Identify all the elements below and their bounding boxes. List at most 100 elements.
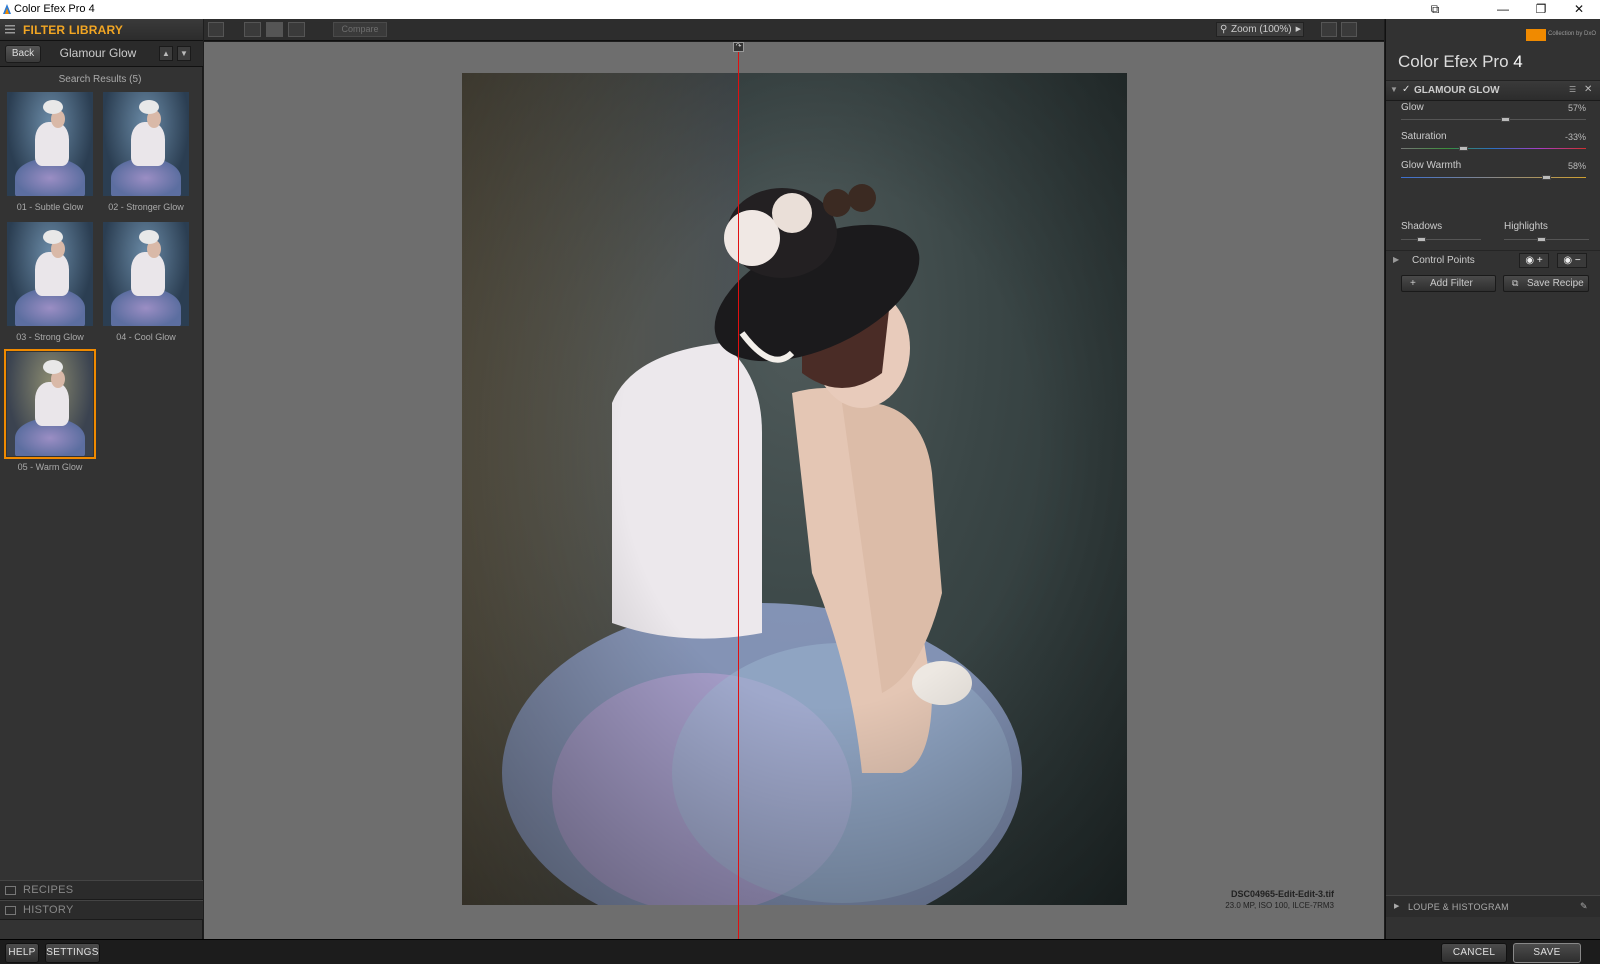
next-filter-button[interactable]: ▼	[177, 46, 191, 61]
highlights-slider-track[interactable]	[1504, 239, 1589, 240]
save-button[interactable]: SAVE	[1513, 943, 1581, 963]
history-icon	[5, 906, 16, 915]
app-title-text: Color Efex Pro	[1398, 52, 1509, 71]
toggle-controls-icon[interactable]	[1341, 22, 1357, 37]
preset-thumbnail[interactable]: 01 - Subtle Glow	[7, 92, 93, 212]
background-light-icon[interactable]	[1321, 22, 1337, 37]
split-line[interactable]	[738, 42, 739, 939]
file-meta: 23.0 MP, ISO 100, ILCE-7RM3	[1225, 901, 1334, 910]
category-title: Glamour Glow	[59, 46, 137, 60]
single-view-icon[interactable]	[244, 22, 261, 37]
panel-app-title: Color Efex Pro 4	[1398, 52, 1523, 72]
app-icon	[3, 4, 11, 14]
preset-label: 01 - Subtle Glow	[16, 202, 84, 212]
loupe-histogram-section[interactable]: ▶ LOUPE & HISTOGRAM ✎	[1386, 895, 1600, 917]
close-button[interactable]: ✕	[1559, 0, 1599, 19]
add-filter-button[interactable]: + Add Filter	[1401, 275, 1496, 292]
preset-image	[7, 352, 93, 456]
slider-value: -33%	[1564, 132, 1586, 142]
zoom-control[interactable]: ⚲ Zoom (100%) ▶	[1216, 22, 1304, 37]
highlights-label: Highlights	[1504, 221, 1548, 232]
recipes-label: RECIPES	[23, 884, 74, 896]
preview-canvas[interactable]: DSC04965-Edit-Edit-3.tif 23.0 MP, ISO 10…	[204, 42, 1384, 939]
filter-controls-panel: Collection by DxO Color Efex Pro 4 ▼ ✓ G…	[1385, 19, 1600, 939]
recipes-icon	[5, 886, 16, 895]
zoom-arrow-icon: ▶	[1295, 26, 1301, 33]
preset-label: 04 - Cool Glow	[116, 332, 176, 342]
slider-track[interactable]	[1401, 148, 1586, 149]
slider-value: 58%	[1567, 161, 1586, 171]
slider-knob[interactable]	[1501, 117, 1510, 122]
magnifier-icon: ⚲	[1220, 24, 1228, 35]
side-by-side-view-icon[interactable]	[288, 22, 305, 37]
filter-library-panel: FILTER LIBRARY Back Glamour Glow ▲ ▼ Sea…	[0, 19, 203, 939]
filter-library-header: FILTER LIBRARY	[0, 19, 203, 41]
zoom-label: Zoom (100%)	[1231, 24, 1292, 35]
plus-icon: +	[1410, 278, 1416, 289]
shadows-slider-track[interactable]	[1401, 239, 1481, 240]
window-titlebar: Color Efex Pro 4 ⧉ — ❐ ✕	[0, 0, 1600, 19]
preset-thumbnail[interactable]: 03 - Strong Glow	[7, 222, 93, 342]
settings-button[interactable]: SETTINGS	[45, 943, 100, 963]
history-section[interactable]: HISTORY	[0, 900, 203, 920]
slider-label: Saturation	[1401, 131, 1447, 142]
window-title: Color Efex Pro 4	[14, 3, 95, 15]
filter-name: GLAMOUR GLOW	[1414, 85, 1500, 96]
filter-menu-icon[interactable]: ☰	[1569, 85, 1576, 94]
toggle-library-icon[interactable]	[208, 22, 224, 37]
library-nav: Back Glamour Glow ▲ ▼	[0, 41, 203, 67]
preset-image	[103, 92, 189, 196]
split-view-icon[interactable]	[266, 22, 283, 37]
preset-image	[7, 92, 93, 196]
highlights-slider-knob[interactable]	[1537, 237, 1546, 242]
filter-enable-checkbox[interactable]: ✓	[1402, 84, 1410, 95]
split-rotate-icon[interactable]: ↷	[733, 42, 744, 52]
bottom-bar: HELP SETTINGS CANCEL SAVE	[0, 939, 1600, 964]
history-label: HISTORY	[23, 904, 74, 916]
shadows-label: Shadows	[1401, 221, 1443, 232]
add-filter-label: Add Filter	[1430, 278, 1473, 289]
minimize-button[interactable]: —	[1483, 0, 1523, 19]
search-results-count: Search Results (5)	[58, 74, 142, 85]
preset-thumbnail-selected[interactable]: 05 - Warm Glow	[4, 349, 96, 472]
preview-photo	[462, 73, 1127, 905]
preset-thumbnail[interactable]: 02 - Stronger Glow	[103, 92, 189, 212]
previous-filter-button[interactable]: ▲	[159, 46, 173, 61]
preset-label: 03 - Strong Glow	[16, 332, 84, 342]
compare-button[interactable]: Compare	[333, 22, 387, 37]
file-name: DSC04965-Edit-Edit-3.tif	[1230, 889, 1334, 899]
preset-image	[103, 222, 189, 326]
preview-toolbar: Compare ⚲ Zoom (100%) ▶	[204, 19, 1384, 41]
cancel-button[interactable]: CANCEL	[1441, 943, 1507, 963]
save-recipe-button[interactable]: ⧉ Save Recipe	[1503, 275, 1589, 292]
slider-knob[interactable]	[1542, 175, 1551, 180]
shadows-slider-knob[interactable]	[1417, 237, 1426, 242]
snap-icon[interactable]: ⧉	[1415, 0, 1455, 19]
filter-header[interactable]: ▼ ✓ GLAMOUR GLOW ☰ ✕	[1386, 80, 1600, 101]
slider-track[interactable]	[1401, 177, 1586, 178]
recipes-section[interactable]: RECIPES	[0, 880, 203, 900]
pin-icon[interactable]: ✎	[1580, 901, 1588, 912]
filter-library-title: FILTER LIBRARY	[23, 23, 124, 37]
slider-value: 57%	[1567, 103, 1586, 113]
slider-track[interactable]	[1401, 119, 1586, 120]
expand-arrow-icon[interactable]: ▶	[1393, 255, 1399, 264]
add-control-point-button[interactable]: ◉ +	[1519, 253, 1549, 268]
control-points-label: Control Points	[1412, 255, 1475, 266]
collapse-arrow-icon[interactable]: ▼	[1390, 85, 1398, 94]
control-points-row: ▶ Control Points ◉ + ◉ −	[1386, 250, 1600, 270]
save-recipe-label: Save Recipe	[1527, 278, 1584, 289]
remove-control-point-button[interactable]: ◉ −	[1557, 253, 1587, 268]
back-button[interactable]: Back	[5, 45, 41, 63]
help-button[interactable]: HELP	[5, 943, 39, 963]
recipe-icon: ⧉	[1512, 278, 1519, 288]
nik-logo	[1526, 29, 1546, 41]
maximize-button[interactable]: ❐	[1521, 0, 1561, 19]
vignette	[462, 73, 1127, 905]
slider-knob[interactable]	[1459, 146, 1468, 151]
remove-filter-icon[interactable]: ✕	[1584, 84, 1592, 95]
loupe-label: LOUPE & HISTOGRAM	[1408, 902, 1509, 912]
preset-thumbnail[interactable]: 04 - Cool Glow	[103, 222, 189, 342]
menu-icon[interactable]	[5, 25, 15, 34]
brand-text: Collection by DxO	[1548, 31, 1597, 37]
